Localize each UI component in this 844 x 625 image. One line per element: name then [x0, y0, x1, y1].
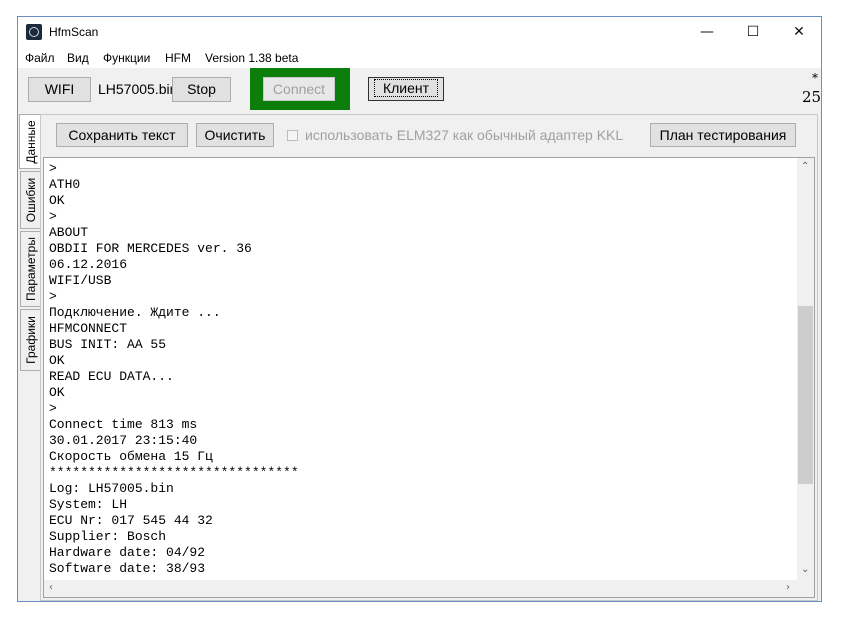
- client-button-label: Клиент: [373, 79, 439, 97]
- scrollbar-corner: [797, 580, 814, 597]
- log-line: Supplier: Bosch: [49, 529, 167, 544]
- tab-data-label: Данные: [23, 119, 38, 164]
- menu-version: Version 1.38 beta: [205, 51, 299, 65]
- menu-bar: Файл Вид Функции HFM Version 1.38 beta: [18, 48, 821, 68]
- log-line: BUS INIT: AA 55: [49, 337, 167, 352]
- tab-graphs-label: Графики: [23, 316, 38, 364]
- log-line: OK: [49, 385, 65, 400]
- wifi-button[interactable]: WIFI: [28, 77, 91, 102]
- scroll-up-icon[interactable]: ⌃: [801, 161, 809, 172]
- window-title: HfmScan: [49, 25, 99, 39]
- log-line: OBDII FOR MERCEDES ver. 36: [49, 241, 252, 256]
- vertical-scroll-thumb[interactable]: [798, 306, 813, 484]
- client-button[interactable]: Клиент: [368, 77, 444, 101]
- menu-functions[interactable]: Функции: [103, 51, 150, 65]
- connect-button[interactable]: Connect: [263, 77, 335, 101]
- tab-parameters[interactable]: Параметры: [20, 231, 40, 307]
- tab-parameters-label: Параметры: [23, 237, 38, 301]
- horizontal-scrollbar[interactable]: ‹ ›: [44, 580, 799, 597]
- main-toolbar: WIFI LH57005.bin Stop Connect Клиент * 2…: [18, 68, 821, 111]
- log-line: >: [49, 161, 57, 176]
- clear-button[interactable]: Очистить: [196, 123, 274, 147]
- app-icon: [26, 24, 42, 40]
- log-line: Log: LH57005.bin: [49, 481, 174, 496]
- log-line: >: [49, 401, 57, 416]
- log-textbox[interactable]: > ATH0 OK > ABOUT OBDII FOR MERCEDES ver. 36 0…: [43, 157, 815, 598]
- tab-errors[interactable]: Ошибки: [20, 171, 40, 229]
- file-name-label: LH57005.bin: [98, 81, 178, 97]
- minimize-button[interactable]: —: [684, 17, 730, 48]
- log-line: >: [49, 209, 57, 224]
- log-line: HFMCONNECT: [49, 321, 128, 336]
- log-line: OK: [49, 353, 65, 368]
- log-line: Hardware date: 04/92: [49, 545, 206, 560]
- scroll-down-icon[interactable]: ⌄: [801, 564, 809, 575]
- log-line: Скорость обмена 15 Гц: [49, 449, 213, 464]
- tab-errors-label: Ошибки: [23, 177, 38, 223]
- log-line: ABOUT: [49, 225, 89, 240]
- test-plan-button[interactable]: План тестирования: [650, 123, 796, 147]
- log-line: Connect time 813 ms: [49, 417, 198, 432]
- counter-value: 25: [802, 88, 822, 106]
- title-bar[interactable]: HfmScan — ☐ ✕: [18, 17, 821, 48]
- log-line: READ ECU DATA...: [49, 369, 174, 384]
- log-line: WIFI/USB: [49, 273, 112, 288]
- main-window: HfmScan — ☐ ✕ Файл Вид Функции HFM Versi…: [17, 16, 822, 602]
- log-line: Software date: 38/93: [49, 561, 206, 576]
- vertical-scrollbar[interactable]: ⌃ ⌄: [797, 158, 814, 580]
- log-line: OK: [49, 193, 65, 208]
- elm327-checkbox-label: использовать ELM327 как обычный адаптер …: [305, 127, 624, 143]
- log-line: ATH0: [49, 177, 81, 192]
- menu-view[interactable]: Вид: [67, 51, 89, 65]
- vertical-tabs: Данные Ошибки Параметры Графики: [19, 114, 41, 374]
- modified-indicator: *: [812, 71, 818, 85]
- save-text-button[interactable]: Сохранить текст: [56, 123, 188, 147]
- log-line: ********************************: [49, 465, 299, 480]
- log-line: 30.01.2017 23:15:40: [49, 433, 198, 448]
- data-tab-panel: Сохранить текст Очистить использовать EL…: [40, 114, 818, 601]
- tab-graphs[interactable]: Графики: [20, 309, 40, 371]
- stop-button[interactable]: Stop: [172, 77, 231, 102]
- log-line: ECU Nr: 017 545 44 32: [49, 513, 213, 528]
- log-line: Подключение. Ждите ...: [49, 305, 221, 320]
- connect-highlight: Connect: [250, 68, 350, 110]
- elm327-checkbox[interactable]: [287, 130, 298, 141]
- menu-file[interactable]: Файл: [25, 51, 55, 65]
- maximize-button[interactable]: ☐: [730, 17, 776, 48]
- scroll-left-icon[interactable]: ‹: [49, 582, 53, 593]
- log-text: > ATH0 OK > ABOUT OBDII FOR MERCEDES ver. 36 0…: [49, 161, 299, 577]
- tab-data[interactable]: Данные: [19, 114, 41, 169]
- log-line: 06.12.2016: [49, 257, 128, 272]
- menu-hfm[interactable]: HFM: [165, 51, 191, 65]
- log-line: >: [49, 289, 57, 304]
- scroll-right-icon[interactable]: ›: [786, 582, 790, 593]
- log-line: System: LH: [49, 497, 128, 512]
- close-button[interactable]: ✕: [776, 17, 822, 48]
